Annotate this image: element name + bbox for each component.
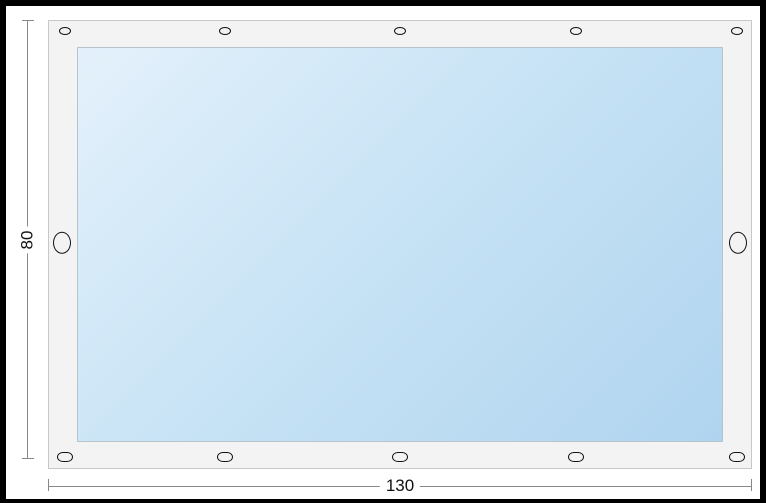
dim-tick-top [22,20,34,21]
mount-hole-bottom [57,452,73,462]
mount-hole-top [731,27,743,35]
mount-hole-bottom [217,452,233,462]
width-value: 130 [380,476,420,496]
dim-tick-left [48,479,49,491]
drawing-frame: 80 130 [0,0,766,503]
mount-hole-bottom [729,452,745,462]
mount-hole-top [59,27,71,35]
mount-hole-top [570,27,582,35]
mount-hole-bottom [568,452,584,462]
horizontal-dimension: 130 [48,479,752,493]
dim-tick-bottom [22,458,34,459]
mount-hole-bottom [392,452,408,462]
vertical-dimension: 80 [20,20,34,459]
mount-hole-side-right [729,231,747,253]
mount-hole-side-left [53,231,71,253]
drawing-canvas: 80 130 [6,6,760,499]
projector-screen-panel [48,20,752,469]
dim-tick-right [751,479,752,491]
projection-surface [77,47,723,442]
mount-hole-top [394,27,406,35]
height-value: 80 [17,226,37,253]
mount-hole-top [219,27,231,35]
